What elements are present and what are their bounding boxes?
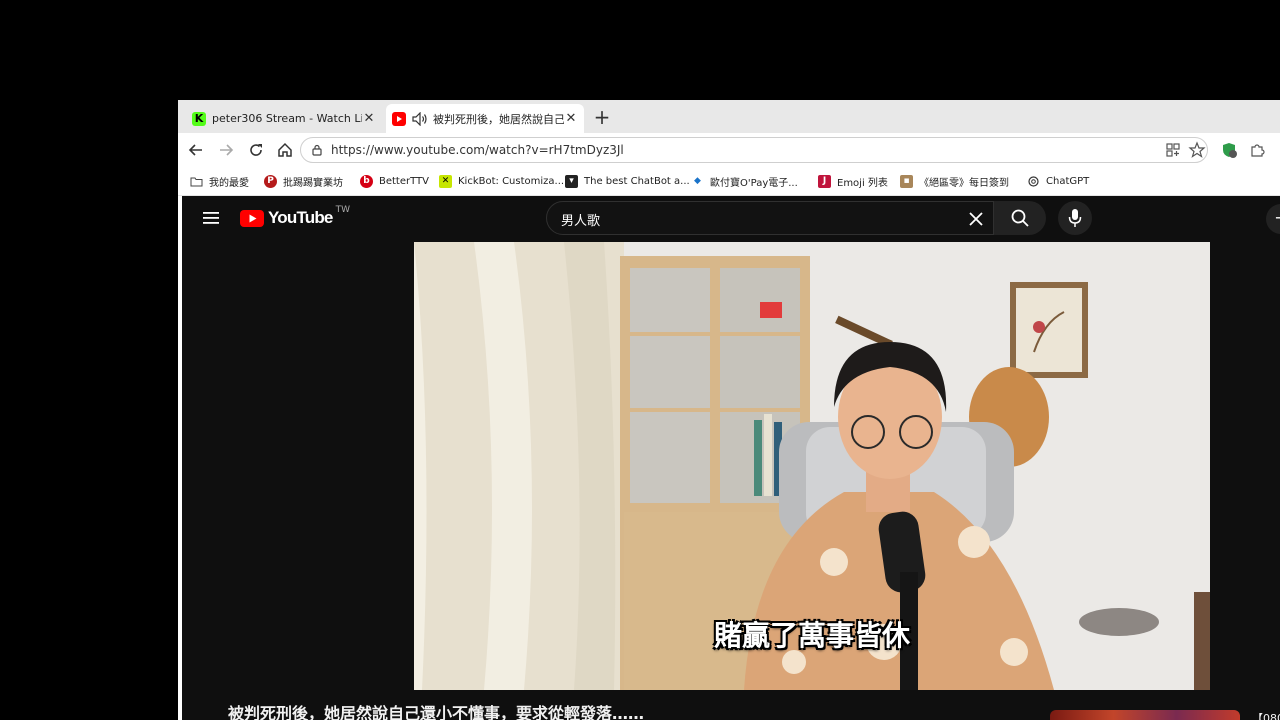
video-player[interactable]: 賭贏了萬事皆休 [414,242,1210,690]
emoji-icon: J [818,174,831,188]
chatbot-icon: ▾ [565,174,578,188]
bookmark-chatgpt[interactable]: ChatGPT [1027,173,1089,189]
url-bar[interactable]: https://www.youtube.com/watch?v=rH7tmDyz… [300,137,1208,163]
recommended-video-title[interactable]: 【080 [1252,710,1280,720]
bookmark-label: 我的最愛 [209,177,249,189]
bookmark-label: The best ChatBot a... [584,175,690,187]
youtube-header: YouTube TW 男人歌 [182,196,1280,241]
tab-kick-stream[interactable]: K peter306 Stream - Watch Live on Kick ✕ [186,104,382,133]
close-tab-icon[interactable]: ✕ [564,111,578,126]
tab-title: peter306 Stream - Watch Live on Kick [212,112,362,125]
bookmark-kickbot[interactable]: ✕ KickBot: Customiza... [439,173,564,189]
clear-search-icon[interactable] [967,210,985,228]
zzz-icon: ▪ [900,174,913,188]
bookmarks-bar: 我的最愛 P 批踢踢實業坊 b BetterTTV ✕ KickBot: Cus… [178,167,1280,196]
search-icon [1011,209,1029,227]
bookmark-label: BetterTTV [379,175,429,187]
forward-arrow-icon[interactable] [216,140,236,160]
search-button[interactable] [994,201,1046,235]
home-icon[interactable] [275,140,295,160]
ptt-icon: P [264,174,277,188]
tab-youtube-video[interactable]: 被判死刑後，她居然說自己還小不懂事 ✕ [386,104,584,133]
lock-icon[interactable] [311,144,323,156]
extensions-puzzle-icon[interactable] [1248,141,1266,159]
search-query: 男人歌 [561,214,601,229]
close-tab-icon[interactable]: ✕ [362,111,376,126]
extension-shield-icon[interactable] [1220,141,1238,159]
star-icon[interactable] [1188,141,1206,159]
folder-icon [190,177,203,186]
kick-icon: K [192,111,206,126]
back-arrow-icon[interactable] [186,140,206,160]
opay-icon: ◆ [691,174,704,188]
tab-title: 被判死刑後，她居然說自己還小不懂事 [433,112,564,126]
browser-window: K peter306 Stream - Watch Live on Kick ✕… [178,100,1280,720]
bookmark-zzz[interactable]: ▪ 《絕區零》每日簽到 [900,173,1009,189]
bookmark-label: 《絕區零》每日簽到 [919,177,1009,189]
create-button[interactable]: + [1266,204,1280,234]
bookmark-label: 批踢踢實業坊 [283,177,343,189]
bookmark-chatbot[interactable]: ▾ The best ChatBot a... [565,173,690,189]
reload-icon[interactable] [246,140,266,160]
region-code: TW [335,205,350,215]
bookmark-label: Emoji 列表 [837,177,888,189]
bookmark-folder-favorites[interactable]: 我的最愛 [190,173,249,189]
address-toolbar: https://www.youtube.com/watch?v=rH7tmDyz… [178,133,1280,167]
url-text: https://www.youtube.com/watch?v=rH7tmDyz… [331,143,624,157]
speaker-icon[interactable] [412,111,428,126]
kickbot-icon: ✕ [439,174,452,188]
youtube-page: YouTube TW 男人歌 賭贏了萬事皆休 被判死刑後，她居然說自己還小不懂事… [182,196,1280,720]
menu-icon[interactable] [202,210,220,226]
bookmark-label: 歐付寶O'Pay電子... [710,177,798,189]
microphone-icon [1068,209,1082,227]
chatgpt-icon [1028,175,1039,187]
app-available-icon[interactable] [1164,141,1182,159]
bookmark-opay[interactable]: ◆ 歐付寶O'Pay電子... [691,173,798,189]
bookmark-emoji[interactable]: J Emoji 列表 [818,173,888,189]
bookmark-label: ChatGPT [1046,175,1090,187]
bookmark-label: KickBot: Customiza... [458,175,565,187]
video-subtitle: 賭贏了萬事皆休 [713,619,910,652]
betterttv-icon: b [360,174,373,188]
recommended-video-thumbnail[interactable] [1050,710,1240,720]
youtube-logo[interactable]: YouTube TW [240,205,350,228]
youtube-icon [392,111,406,126]
bookmark-ptt[interactable]: P 批踢踢實業坊 [264,173,343,189]
tab-bar: K peter306 Stream - Watch Live on Kick ✕… [178,100,1280,133]
video-title: 被判死刑後，她居然說自己還小不懂事，要求從輕發落…… [228,704,645,720]
voice-search-button[interactable] [1058,201,1092,235]
search-input[interactable]: 男人歌 [546,201,994,235]
new-tab-button[interactable]: + [592,107,612,128]
youtube-play-logo-icon [240,209,264,227]
bookmark-betterttv[interactable]: b BetterTTV [360,173,429,189]
youtube-wordmark: YouTube [268,208,333,227]
